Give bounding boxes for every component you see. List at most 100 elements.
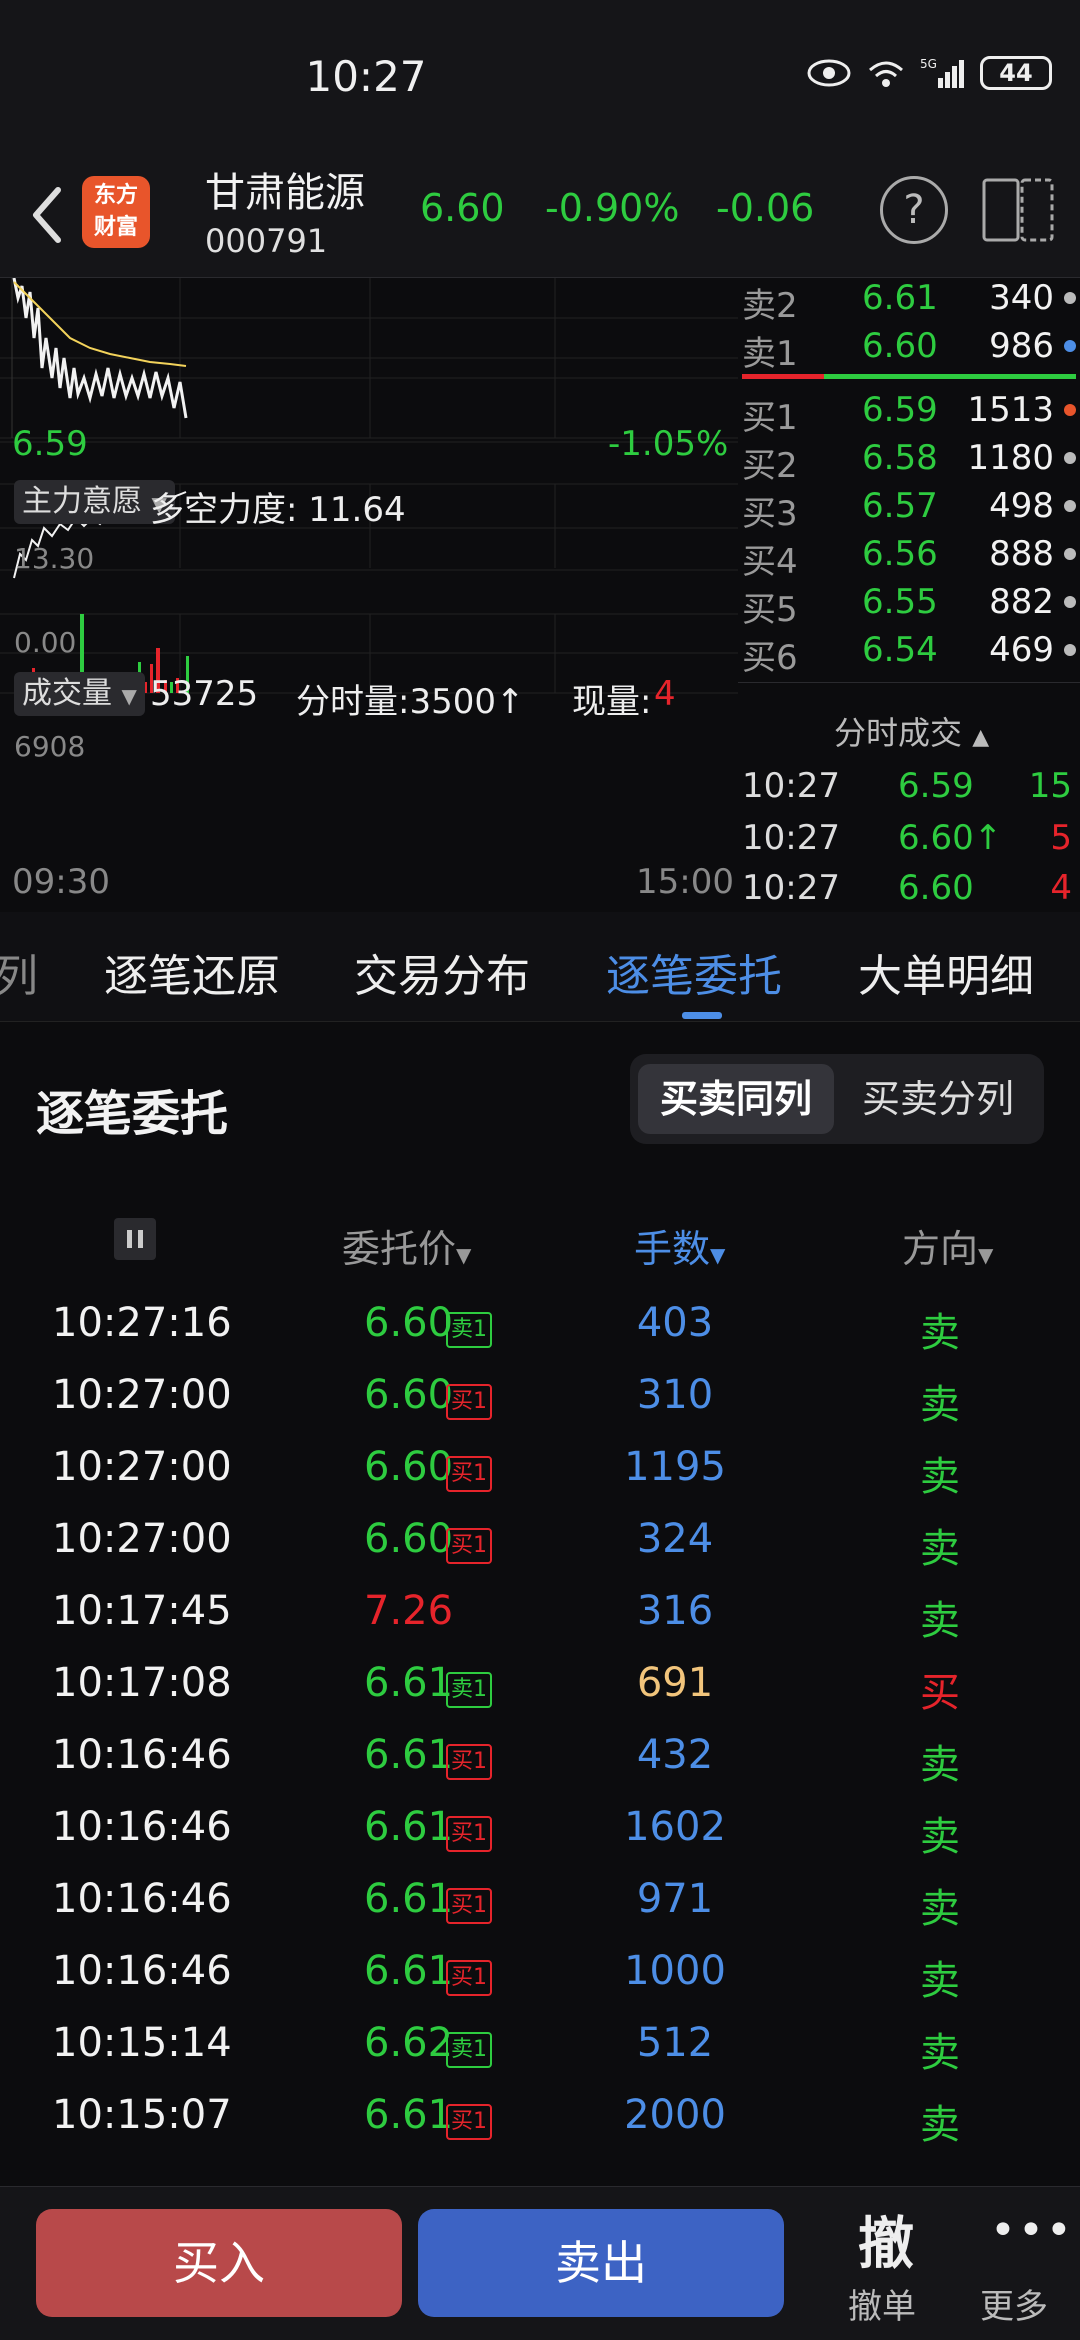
- seg-split-column[interactable]: 买卖分列: [840, 1064, 1036, 1134]
- trade-badge: 买1: [446, 1384, 492, 1420]
- trade-price: 6.61: [364, 1948, 454, 1994]
- stock-code: 000791: [205, 222, 328, 260]
- bid-volume: 1180: [967, 438, 1054, 478]
- indicator-min: 0.00: [14, 626, 77, 659]
- trade-row: 10:16:46 6.61 买1 971 卖: [0, 1876, 1080, 1948]
- bid-ask-ratio-green: [824, 374, 1076, 379]
- more-icon[interactable]: •••: [990, 2205, 1074, 2256]
- indicator-max: 13.30: [14, 542, 95, 575]
- bid-price: 6.54: [862, 630, 938, 670]
- eye-icon: [807, 59, 851, 87]
- tab-tick-restore[interactable]: 逐笔还原: [104, 940, 280, 1004]
- volume-max: 6908: [14, 730, 86, 763]
- trade-qty: 2000: [624, 2092, 726, 2138]
- trade-row: 10:16:46 6.61 买1 1602 卖: [0, 1804, 1080, 1876]
- help-icon[interactable]: ?: [880, 176, 948, 244]
- stock-header: 东方 财富 甘肃能源 000791 6.60 -0.90% -0.06 ?: [0, 160, 1080, 278]
- chevron-down-icon: ▼: [456, 1243, 472, 1267]
- bid-volume: 882: [989, 582, 1054, 622]
- ask-row: 卖1 6.60 986: [738, 326, 1080, 374]
- sell-button[interactable]: 卖出: [418, 2209, 784, 2317]
- trade-time: 10:27:00: [52, 1372, 232, 1418]
- status-bar: 10:27 5G 44: [0, 0, 1080, 160]
- buy-button[interactable]: 买入: [36, 2209, 402, 2317]
- trade-price: 6.60: [364, 1372, 454, 1418]
- trade-qty: 324: [636, 1516, 714, 1562]
- tick-price: 6.60: [898, 868, 974, 908]
- trade-row: 10:27:16 6.60 卖1 403 卖: [0, 1300, 1080, 1372]
- chevron-up-icon: ▲: [972, 725, 990, 750]
- tab-tick-orders[interactable]: 逐笔委托: [606, 940, 782, 1004]
- tick-row: 10:27 6.59 15: [738, 766, 1080, 816]
- bid-row: 买1 6.59 1513: [738, 390, 1080, 438]
- order-book[interactable]: 卖2 6.61 340 卖1 6.60 986 买1 6.59 1513 买2 …: [738, 278, 1080, 910]
- tab-trade-distribution[interactable]: 交易分布: [354, 940, 530, 1004]
- volume-now-label: 现量:: [572, 682, 652, 722]
- trade-time: 10:17:45: [52, 1588, 232, 1634]
- trade-direction: 卖: [920, 1742, 960, 1788]
- bid-price: 6.59: [862, 390, 938, 430]
- trade-price: 6.62: [364, 2020, 454, 2066]
- dot-icon: [1064, 644, 1076, 656]
- col-price-header[interactable]: 委托价▼: [342, 1218, 471, 1273]
- trade-badge: 买1: [446, 2104, 492, 2140]
- trade-row: 10:16:46 6.61 买1 432 卖: [0, 1732, 1080, 1804]
- col-direction-header[interactable]: 方向▼: [902, 1218, 993, 1273]
- layout-switch-icon[interactable]: [980, 174, 1056, 246]
- trade-price: 6.60: [364, 1444, 454, 1490]
- ask-volume: 340: [989, 278, 1054, 318]
- trade-time: 10:15:14: [52, 2020, 232, 2066]
- bid-price: 6.57: [862, 486, 938, 526]
- trade-price: 6.61: [364, 2092, 454, 2138]
- dot-icon: [1064, 340, 1076, 352]
- bid-label: 买6: [742, 638, 798, 678]
- volume-selector[interactable]: 成交量 ▼: [14, 672, 145, 716]
- bid-row: 买2 6.58 1180: [738, 438, 1080, 486]
- percent-change: -0.90%: [545, 186, 680, 230]
- tick-price: 6.59: [898, 766, 974, 806]
- trade-time: 10:15:07: [52, 2092, 232, 2138]
- trade-qty: 512: [636, 2020, 714, 2066]
- ticks-title[interactable]: 分时成交 ▲: [834, 708, 989, 754]
- dot-icon: [1064, 292, 1076, 304]
- trade-direction: 卖: [920, 1382, 960, 1428]
- dot-icon: [1064, 548, 1076, 560]
- tick-volume: 4: [1050, 868, 1072, 908]
- pause-icon[interactable]: [114, 1218, 156, 1260]
- col-direction-label: 方向: [902, 1227, 979, 1271]
- trade-row: 10:17:08 6.61 卖1 691 买: [0, 1660, 1080, 1732]
- bid-label: 买3: [742, 494, 798, 534]
- status-time: 10:27: [305, 52, 427, 101]
- tick-volume: 15: [1028, 766, 1072, 806]
- indicator-text: 多空力度: 11.64: [150, 490, 406, 530]
- col-qty-label: 手数: [634, 1227, 711, 1271]
- bottom-bar: 买入 卖出 撤 撤单 ••• 更多: [0, 2186, 1080, 2340]
- trade-direction: 卖: [920, 1310, 960, 1356]
- trade-qty: 1000: [624, 1948, 726, 1994]
- more-label[interactable]: 更多: [980, 2279, 1048, 2328]
- current-price: 6.60: [420, 186, 505, 230]
- tab-large-orders[interactable]: 大单明细: [858, 940, 1034, 1004]
- trade-row: 10:15:07 6.61 买1 2000 卖: [0, 2092, 1080, 2164]
- trade-direction: 买: [920, 1670, 960, 1716]
- tab-indicator: [682, 1012, 722, 1019]
- indicator-tag: 主力意愿: [22, 484, 142, 519]
- cancel-order-label[interactable]: 撤单: [848, 2279, 916, 2328]
- seg-same-column[interactable]: 买卖同列: [638, 1064, 834, 1134]
- trade-qty: 403: [636, 1300, 714, 1346]
- chevron-down-icon: ▼: [121, 684, 137, 708]
- bid-label: 买2: [742, 446, 798, 486]
- tick-time: 10:27: [742, 818, 840, 858]
- col-qty-header[interactable]: 手数▼: [634, 1218, 725, 1273]
- intraday-chart[interactable]: 6.59 -1.05% 主力意愿 ▼ 多空力度: 11.64 13.30 0.0…: [0, 278, 738, 910]
- trade-time: 10:27:16: [52, 1300, 232, 1346]
- ask-volume: 986: [989, 326, 1054, 366]
- trade-direction: 卖: [920, 1526, 960, 1572]
- back-icon[interactable]: [20, 180, 80, 250]
- ask-row: 卖2 6.61 340: [738, 278, 1080, 326]
- trade-time: 10:27:00: [52, 1516, 232, 1562]
- bid-row: 买6 6.54 469: [738, 630, 1080, 678]
- battery-icon: 44: [980, 56, 1052, 90]
- tab-partial[interactable]: 列: [0, 940, 38, 1004]
- cancel-order-icon[interactable]: 撤: [858, 2199, 914, 2280]
